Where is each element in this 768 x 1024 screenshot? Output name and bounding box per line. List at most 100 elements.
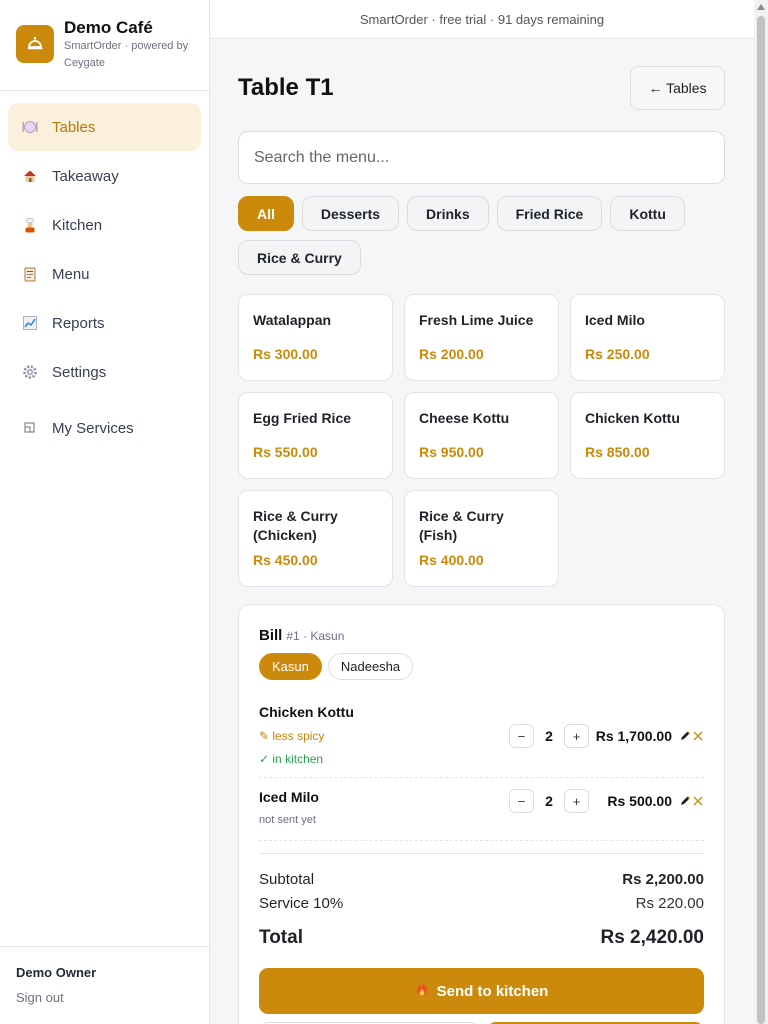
total-label: Total <box>259 927 303 948</box>
qty-decrease-button[interactable]: − <box>509 724 534 748</box>
sidebar-nav: Tables Takeaway Kitchen Menu Reports Set… <box>0 91 209 452</box>
scroll-up-arrow-icon[interactable] <box>757 4 765 10</box>
quantity-stepper: − 2 + <box>509 724 589 748</box>
subtotal-row: Subtotal Rs 2,200.00 <box>259 867 704 891</box>
menu-item-card[interactable]: Rice & Curry (Fish) Rs 400.00 <box>404 490 559 587</box>
menu-item-card[interactable]: Watalappan Rs 300.00 <box>238 294 393 381</box>
remove-icon[interactable] <box>692 729 704 743</box>
line-item-total: Rs 1,700.00 <box>595 728 672 744</box>
menu-item-price: Rs 850.00 <box>585 444 650 460</box>
total-value: Rs 2,420.00 <box>600 927 704 948</box>
edit-icon[interactable] <box>679 729 691 743</box>
qty-increase-button[interactable]: + <box>564 789 589 813</box>
sidebar-item-my-services[interactable]: My Services <box>8 404 201 452</box>
bill-totals: Subtotal Rs 2,200.00 Service 10% Rs 220.… <box>259 853 704 951</box>
menu-item-name: Rice & Curry (Chicken) <box>253 508 338 543</box>
menu-item-price: Rs 400.00 <box>419 552 484 568</box>
bill-line-item: Chicken Kottu ✎ less spicy ✓ in kitchen … <box>259 704 704 778</box>
brand-subtitle: SmartOrder · powered by Ceygate <box>64 40 189 69</box>
scrollbar-thumb[interactable] <box>757 16 765 1024</box>
line-item-actions <box>679 729 704 743</box>
service-label: Service 10% <box>259 894 344 912</box>
subtotal-value: Rs 2,200.00 <box>622 870 704 888</box>
menu-item-price: Rs 300.00 <box>253 346 318 362</box>
house-icon <box>22 168 38 184</box>
sign-out-link[interactable]: Sign out <box>16 990 193 1005</box>
sidebar-item-label: Tables <box>52 118 96 136</box>
category-chip-rice-curry[interactable]: Rice & Curry <box>238 240 361 275</box>
total-row: Total Rs 2,420.00 <box>259 925 704 951</box>
brand-header: Demo Café SmartOrder · powered by Ceygat… <box>0 0 209 91</box>
back-to-tables-button[interactable]: ← Tables <box>630 66 725 110</box>
category-chip-kottu[interactable]: Kottu <box>610 196 685 231</box>
menu-item-name: Egg Fried Rice <box>253 410 352 426</box>
menu-item-card[interactable]: Chicken Kottu Rs 850.00 <box>570 392 725 479</box>
fire-icon <box>415 981 429 1001</box>
menu-search-input[interactable]: Search the menu... <box>238 131 725 184</box>
qty-increase-button[interactable]: + <box>564 724 589 748</box>
line-item-total: Rs 500.00 <box>607 793 672 809</box>
menu-item-name: Cheese Kottu <box>419 410 510 426</box>
user-box: Demo Owner Sign out <box>0 946 209 1024</box>
category-chip-fried-rice[interactable]: Fried Rice <box>496 196 603 231</box>
remove-icon[interactable] <box>692 794 704 808</box>
line-item-name: Chicken Kottu <box>259 704 354 720</box>
sidebar-item-label: Reports <box>52 314 105 332</box>
edit-icon[interactable] <box>679 794 691 808</box>
scrollbar[interactable] <box>754 0 768 1024</box>
main-content: Table T1 ← Tables Search the menu... All… <box>238 66 725 587</box>
plate-icon <box>22 119 38 135</box>
menu-item-name: Fresh Lime Juice <box>419 312 534 328</box>
menu-item-price: Rs 550.00 <box>253 444 318 460</box>
diner-chip-nadeesha[interactable]: Nadeesha <box>327 653 414 680</box>
menu-item-price: Rs 950.00 <box>419 444 484 460</box>
sidebar-item-label: Kitchen <box>52 216 103 234</box>
bill-line-item: Iced Milo not sent yet − 2 + Rs 500.00 <box>259 789 704 841</box>
line-item-status: ✓ in kitchen <box>259 752 324 766</box>
sidebar-item-menu[interactable]: Menu <box>8 250 201 298</box>
services-icon <box>22 420 38 436</box>
send-to-kitchen-label: Send to kitchen <box>436 982 549 1000</box>
trial-banner: SmartOrder · free trial · 91 days remain… <box>210 0 754 39</box>
bill-panel: Bill #1 · Kasun Kasun Nadeesha Chicken K… <box>238 604 725 1024</box>
menu-item-card[interactable]: Egg Fried Rice Rs 550.00 <box>238 392 393 479</box>
chart-icon <box>22 315 38 331</box>
brand-name: Demo Café <box>64 18 153 37</box>
menu-item-card[interactable]: Iced Milo Rs 250.00 <box>570 294 725 381</box>
bill-title: Bill <box>259 627 283 644</box>
line-item-actions <box>679 794 704 808</box>
menu-item-name: Rice & Curry (Fish) <box>419 508 504 543</box>
menu-item-card[interactable]: Cheese Kottu Rs 950.00 <box>404 392 559 479</box>
sidebar-item-tables[interactable]: Tables <box>8 103 201 151</box>
menu-item-name: Iced Milo <box>585 312 645 328</box>
category-chip-all[interactable]: All <box>238 196 294 231</box>
send-to-kitchen-button[interactable]: Send to kitchen <box>259 968 704 1014</box>
sidebar-item-reports[interactable]: Reports <box>8 299 201 347</box>
bill-meta: #1 · Kasun <box>286 629 345 643</box>
sidebar-item-settings[interactable]: Settings <box>8 348 201 396</box>
category-chip-desserts[interactable]: Desserts <box>301 196 400 231</box>
service-value: Rs 220.00 <box>635 894 704 912</box>
menu-item-name: Watalappan <box>253 312 332 328</box>
menu-item-card[interactable]: Rice & Curry (Chicken) Rs 450.00 <box>238 490 393 587</box>
menu-item-name: Chicken Kottu <box>585 410 680 426</box>
user-name: Demo Owner <box>16 965 97 980</box>
diner-chip-kasun[interactable]: Kasun <box>259 653 322 680</box>
diner-selector: Kasun Nadeesha <box>259 653 704 680</box>
menu-item-price: Rs 250.00 <box>585 346 650 362</box>
qty-decrease-button[interactable]: − <box>509 789 534 813</box>
menu-grid: Watalappan Rs 300.00 Fresh Lime Juice Rs… <box>238 294 725 587</box>
clipboard-icon <box>22 266 38 282</box>
sidebar-item-kitchen[interactable]: Kitchen <box>8 201 201 249</box>
category-chip-drinks[interactable]: Drinks <box>407 196 489 231</box>
subtotal-label: Subtotal <box>259 870 315 888</box>
bill-header: Bill #1 · Kasun <box>259 627 704 644</box>
menu-item-card[interactable]: Fresh Lime Juice Rs 200.00 <box>404 294 559 381</box>
sidebar-item-takeaway[interactable]: Takeaway <box>8 152 201 200</box>
service-row: Service 10% Rs 220.00 <box>259 891 704 915</box>
gear-icon <box>22 364 38 380</box>
qty-value: 2 <box>545 793 553 809</box>
page-header: Table T1 ← Tables <box>238 66 725 110</box>
category-filters: All Desserts Drinks Fried Rice Kottu Ric… <box>238 196 725 275</box>
sidebar: Demo Café SmartOrder · powered by Ceygat… <box>0 0 210 1024</box>
